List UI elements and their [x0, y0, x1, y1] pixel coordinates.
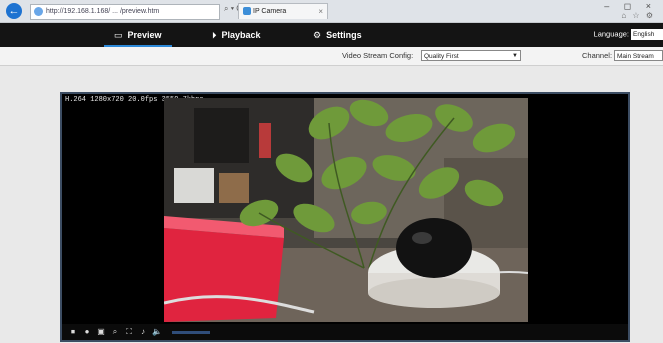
monitor-icon: ▭: [114, 30, 123, 40]
back-icon[interactable]: ←: [6, 3, 22, 19]
volume-slider[interactable]: [172, 331, 210, 334]
nav-tab-settings[interactable]: ⚙ Settings: [313, 23, 362, 47]
nav-tab-label: Playback: [221, 30, 261, 40]
stream-config-label: Video Stream Config:: [342, 51, 414, 60]
nav-tab-label: Settings: [326, 30, 362, 40]
tab-title: IP Camera: [253, 8, 287, 15]
tab-favicon-icon: [243, 7, 251, 16]
settings-icon: ⚙: [313, 30, 322, 40]
channel-dropdown[interactable]: Main Stream: [614, 50, 663, 61]
chevron-down-icon: ▼: [512, 53, 518, 59]
address-bar[interactable]: http://192.168.1.168/ ... /preview.htm: [30, 4, 220, 20]
fullscreen-icon[interactable]: ⛶: [124, 327, 134, 337]
browser-chrome: ← http://192.168.1.168/ ... /preview.htm…: [0, 0, 663, 23]
browser-tab[interactable]: IP Camera ×: [238, 3, 328, 19]
video-player[interactable]: H.264 1280x720 20.0fps 3559.7kbps ⏹ ● ▣ …: [60, 92, 630, 342]
tab-close-icon[interactable]: ×: [318, 4, 323, 20]
top-navigation: ▭ Preview ⏵ Playback ⚙ Settings Language: En…: [0, 23, 663, 47]
browser-toolbar-icons[interactable]: ⌂ ☆ ⚙: [621, 11, 655, 20]
nav-tab-playback[interactable]: ⏵ Playback: [212, 23, 261, 47]
camera-feed-image: [164, 98, 528, 322]
stream-config-value: Quality First: [424, 53, 459, 60]
mic-icon[interactable]: ♪: [138, 327, 148, 337]
channel-label: Channel:: [582, 51, 613, 60]
channel-value: Main Stream: [617, 53, 654, 60]
language-selector: Language: English: [594, 29, 663, 40]
zoom-icon[interactable]: ⌕: [110, 327, 120, 337]
language-dropdown[interactable]: English: [631, 29, 663, 40]
record-icon[interactable]: ●: [82, 327, 92, 337]
player-control-bar: ⏹ ● ▣ ⌕ ⛶ ♪ 🔈: [62, 324, 628, 340]
stop-icon[interactable]: ⏹: [68, 327, 78, 337]
playback-icon: ⏵: [212, 30, 217, 40]
snapshot-icon[interactable]: ▣: [96, 327, 106, 337]
address-url: http://192.168.1.168/ ... /preview.htm: [46, 8, 160, 15]
stream-toolbar: Video Stream Config: Quality First ▼ Cha…: [0, 47, 663, 66]
volume-icon[interactable]: 🔈: [152, 327, 162, 337]
stream-config-dropdown[interactable]: Quality First ▼: [421, 50, 521, 61]
language-label: Language:: [593, 29, 629, 39]
nav-tab-label: Preview: [127, 30, 162, 40]
nav-tab-preview[interactable]: ▭ Preview: [104, 23, 172, 47]
page-favicon-icon: [34, 6, 43, 16]
